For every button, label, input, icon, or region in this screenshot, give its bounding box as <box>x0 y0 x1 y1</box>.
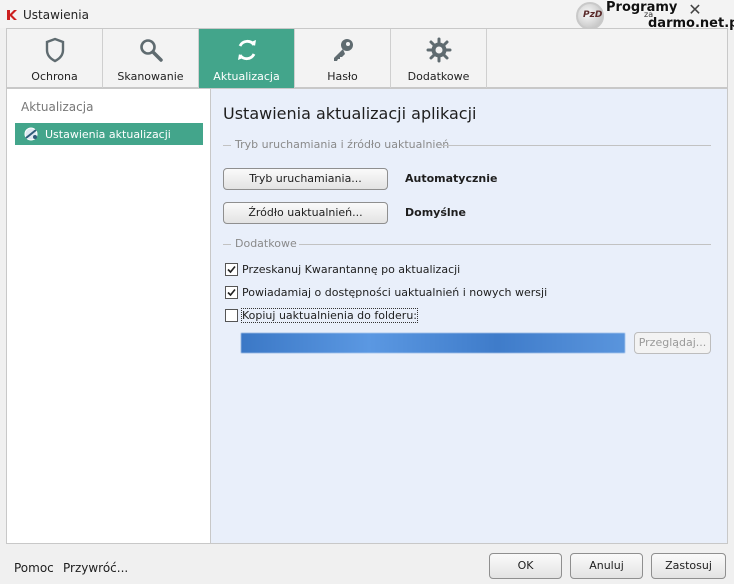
gear-icon <box>426 37 451 63</box>
title-bar: Ustawienia PzD Programy za darmo.net.pl … <box>0 0 734 31</box>
cancel-button[interactable]: Anuluj <box>570 553 643 579</box>
tab-label: Dodatkowe <box>407 70 470 83</box>
sidebar-heading: Aktualizacja <box>21 100 94 114</box>
section-run-mode: Tryb uruchamiania i źródło uaktualnień <box>223 138 711 152</box>
window-title: Ustawienia <box>23 8 89 22</box>
tab-bar: Ochrona Skanowanie Aktualizacja Hasło Do… <box>6 28 728 88</box>
section-heading: Dodatkowe <box>235 237 301 250</box>
page-title: Ustawienia aktualizacji aplikacji <box>223 104 477 123</box>
checkmark-icon <box>227 288 236 297</box>
magnifier-icon <box>139 39 163 62</box>
update-source-value: Domyślne <box>405 206 466 219</box>
tab-haslo[interactable]: Hasło <box>295 29 391 88</box>
checkbox-label: Przeskanuj Kwarantannę po aktualizacji <box>242 263 461 276</box>
checkmark-icon <box>227 265 236 274</box>
sidebar-item-update-settings[interactable]: Ustawienia aktualizacji <box>15 123 203 145</box>
tab-label: Aktualizacja <box>213 70 280 83</box>
watermark-logo-icon: PzD <box>576 2 604 30</box>
satellite-icon <box>24 127 38 141</box>
tab-dodatkowe[interactable]: Dodatkowe <box>391 29 487 88</box>
tab-aktualizacja[interactable]: Aktualizacja <box>199 29 295 88</box>
section-heading: Tryb uruchamiania i źródło uaktualnień <box>235 138 454 151</box>
checkbox[interactable] <box>225 286 238 299</box>
run-mode-button[interactable]: Tryb uruchamiania... <box>223 168 388 190</box>
tab-ochrona[interactable]: Ochrona <box>7 29 103 88</box>
apply-button[interactable]: Zastosuj <box>651 553 726 579</box>
update-source-button[interactable]: Źródło uaktualnień... <box>223 202 388 224</box>
sidebar: Aktualizacja Ustawienia aktualizacji <box>6 88 211 544</box>
browse-button[interactable]: Przeglądaj... <box>634 332 711 354</box>
watermark-line1: Programy <box>606 0 678 15</box>
key-icon <box>333 39 353 61</box>
app-logo-icon <box>7 10 17 20</box>
main-panel: Ustawienia aktualizacji aplikacji Tryb u… <box>211 88 728 544</box>
run-mode-value: Automatycznie <box>405 172 498 185</box>
help-link[interactable]: Pomoc <box>14 561 54 575</box>
footer-bar: Pomoc Przywróć... OK Anuluj Zastosuj <box>0 544 734 584</box>
checkbox[interactable] <box>225 263 238 276</box>
checkbox-label: Kopiuj uaktualnienia do folderu: <box>240 308 419 323</box>
ok-button[interactable]: OK <box>489 553 562 579</box>
checkbox-label: Powiadamiaj o dostępności uaktualnień i … <box>242 286 548 299</box>
tab-label: Ochrona <box>31 70 78 83</box>
tab-label: Skanowanie <box>117 70 184 83</box>
section-additional: Dodatkowe <box>223 237 711 251</box>
tab-skanowanie[interactable]: Skanowanie <box>103 29 199 88</box>
close-icon[interactable]: ✕ <box>682 0 708 20</box>
restore-link[interactable]: Przywróć... <box>63 561 128 575</box>
folder-path-field[interactable] <box>241 333 625 353</box>
sidebar-item-label: Ustawienia aktualizacji <box>45 128 171 141</box>
shield-icon <box>45 37 64 63</box>
checkbox[interactable] <box>225 309 238 322</box>
refresh-icon <box>237 39 256 61</box>
tab-label: Hasło <box>327 70 358 83</box>
